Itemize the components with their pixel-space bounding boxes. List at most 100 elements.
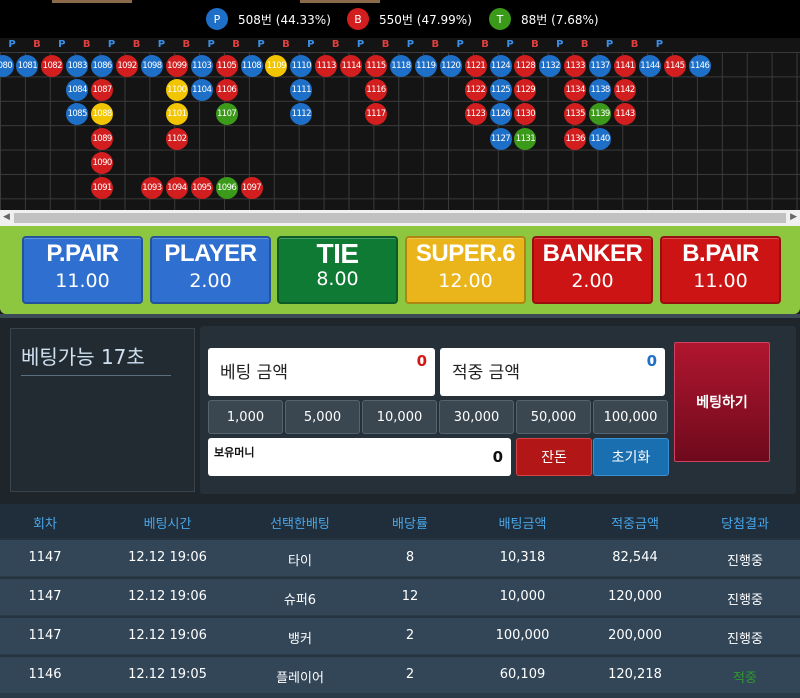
road-ball: 1093: [140, 176, 163, 199]
bet-banker[interactable]: BANKER 2.00: [532, 236, 653, 304]
chip-30000-button[interactable]: 30,000: [439, 400, 514, 434]
scrollbar-thumb[interactable]: [14, 213, 786, 223]
chip-1000-button[interactable]: 1,000: [208, 400, 283, 434]
road-header-cell: P: [307, 39, 315, 50]
road-header-cell: P: [58, 39, 66, 50]
history-cell-selection: 뱅커: [288, 632, 312, 647]
history-cell-result: 진행중: [727, 554, 763, 569]
col-result: 당첨결과: [721, 517, 769, 532]
road-header-cell: B: [232, 39, 240, 50]
history-cell-selection: 플레이어: [276, 671, 324, 686]
road-ball: 1130: [514, 103, 537, 126]
win-amount-value: 0: [646, 352, 657, 370]
road-ball: 1125: [489, 78, 512, 101]
history-cell-round: 1146: [28, 667, 62, 682]
history-cell-bet-amount: 10,318: [499, 550, 546, 565]
road-ball: 1082: [41, 54, 64, 77]
road-header-cell: B: [132, 39, 141, 50]
road-ball: 1095: [190, 176, 213, 199]
road-header-cell: P: [157, 39, 166, 50]
tie-stat: T 88번 (7.68%): [489, 8, 599, 30]
history-cell-win-amount: 120,218: [608, 667, 662, 682]
road-ball: 1127: [489, 127, 512, 150]
road-header-cell: B: [630, 39, 639, 50]
bet-p-pair[interactable]: P.PAIR 11.00: [22, 236, 143, 304]
road-board: P B P B P B P B P B P B P B P B P B P B P B P B P B P 108010811082…: [0, 38, 800, 210]
road-header-cell: P: [605, 39, 614, 50]
bet-super6-odds: 12.00: [438, 270, 493, 292]
road-ball: 1085: [66, 103, 89, 126]
chip-10000-button[interactable]: 10,000: [362, 400, 437, 434]
bet-super6-name: SUPER.6: [415, 240, 516, 267]
road-header-cell: P: [8, 39, 16, 50]
video-strip: [300, 0, 380, 3]
win-amount-label: 적중 금액: [452, 363, 520, 383]
road-header-cell: B: [531, 39, 539, 50]
bet-options: P.PAIR 11.00 PLAYER 2.00 TIE 8.00 SUPER.…: [0, 226, 800, 314]
bet-b-pair[interactable]: B.PAIR 11.00: [660, 236, 781, 304]
road-ball: 1083: [66, 54, 89, 77]
road-ball: 1145: [663, 54, 686, 77]
chip-100000-button[interactable]: 100,000: [593, 400, 668, 434]
road-ball: 1101: [165, 103, 188, 126]
player-stat: P 508번 (44.33%): [206, 8, 331, 30]
road-header-cell: P: [506, 39, 514, 50]
history-header: 회차 베팅시간 선택한배팅 배당률 배팅금액 적중금액 당첨결과: [0, 504, 800, 538]
road-ball: 1116: [365, 78, 387, 101]
road-header-cell: P: [456, 39, 464, 50]
place-bet-button[interactable]: 베팅하기: [674, 342, 770, 462]
video-strip: [52, 0, 132, 3]
history-cell-bet-time: 12.12 19:06: [128, 550, 207, 565]
road-ball: 1121: [464, 54, 487, 77]
bet-super6[interactable]: SUPER.6 12.00: [405, 236, 526, 304]
road-header-cell: P: [655, 39, 664, 50]
banker-dot: B: [347, 8, 369, 30]
road-ball: 1119: [414, 54, 437, 77]
bet-tie-odds: 8.00: [316, 268, 359, 290]
road-ball: 1114: [340, 54, 363, 77]
timer-text: 베팅가능 17초: [21, 345, 145, 369]
road-ball: 1117: [365, 103, 387, 126]
scroll-left-icon[interactable]: ◀: [3, 212, 10, 222]
chip-5000-button[interactable]: 5,000: [285, 400, 360, 434]
road-ball: 1105: [215, 54, 238, 77]
player-stat-text: 508번 (44.33%): [238, 12, 331, 27]
banker-stat-text: 550번 (47.99%): [379, 12, 472, 27]
road-ball: 1146: [688, 54, 711, 77]
road-ball: 1087: [91, 78, 114, 101]
road-header-cell: B: [431, 39, 440, 50]
bet-amount-label: 베팅 금액: [220, 363, 288, 383]
road-scrollbar[interactable]: ◀ ▶: [0, 210, 800, 226]
road-ball: 1099: [165, 54, 188, 77]
col-odds: 배당률: [392, 517, 428, 532]
chip-50000-button[interactable]: 50,000: [516, 400, 591, 434]
road-ball: 1108: [240, 54, 263, 77]
bet-player[interactable]: PLAYER 2.00: [150, 236, 271, 304]
owned-money-label: 보유머니: [214, 446, 255, 459]
road-header-cell: B: [381, 39, 390, 50]
reset-button[interactable]: 초기화: [593, 438, 669, 476]
bet-amount-field[interactable]: 베팅 금액 0: [208, 348, 435, 396]
scroll-right-icon[interactable]: ▶: [790, 212, 797, 222]
history-cell-selection: 슈퍼6: [283, 593, 317, 608]
road-ball: 1131: [514, 127, 537, 150]
road-ball: 1137: [589, 54, 612, 77]
road-ball: 1096: [215, 176, 238, 199]
road-ball: 1104: [190, 78, 213, 101]
road-ball: 1098: [140, 54, 163, 77]
road-header-cell: B: [481, 39, 489, 50]
history-cell-selection: 타이: [288, 554, 312, 569]
road-ball: 1097: [240, 176, 263, 199]
bet-banker-name: BANKER: [542, 240, 643, 267]
history-cell-result: 적중: [733, 671, 757, 686]
history-cell-bet-time: 12.12 19:05: [128, 667, 207, 682]
history-cell-round: 1147: [28, 589, 62, 604]
bet-tie[interactable]: TIE 8.00: [277, 236, 398, 304]
road-ball: 1142: [614, 78, 636, 101]
road-header-cell: B: [182, 39, 191, 50]
balance-button[interactable]: 잔돈: [516, 438, 592, 476]
banker-stat: B 550번 (47.99%): [347, 8, 472, 30]
road-ball: 1090: [91, 152, 114, 175]
tie-stat-text: 88번 (7.68%): [521, 12, 599, 27]
road-ball: 1144: [638, 54, 661, 77]
